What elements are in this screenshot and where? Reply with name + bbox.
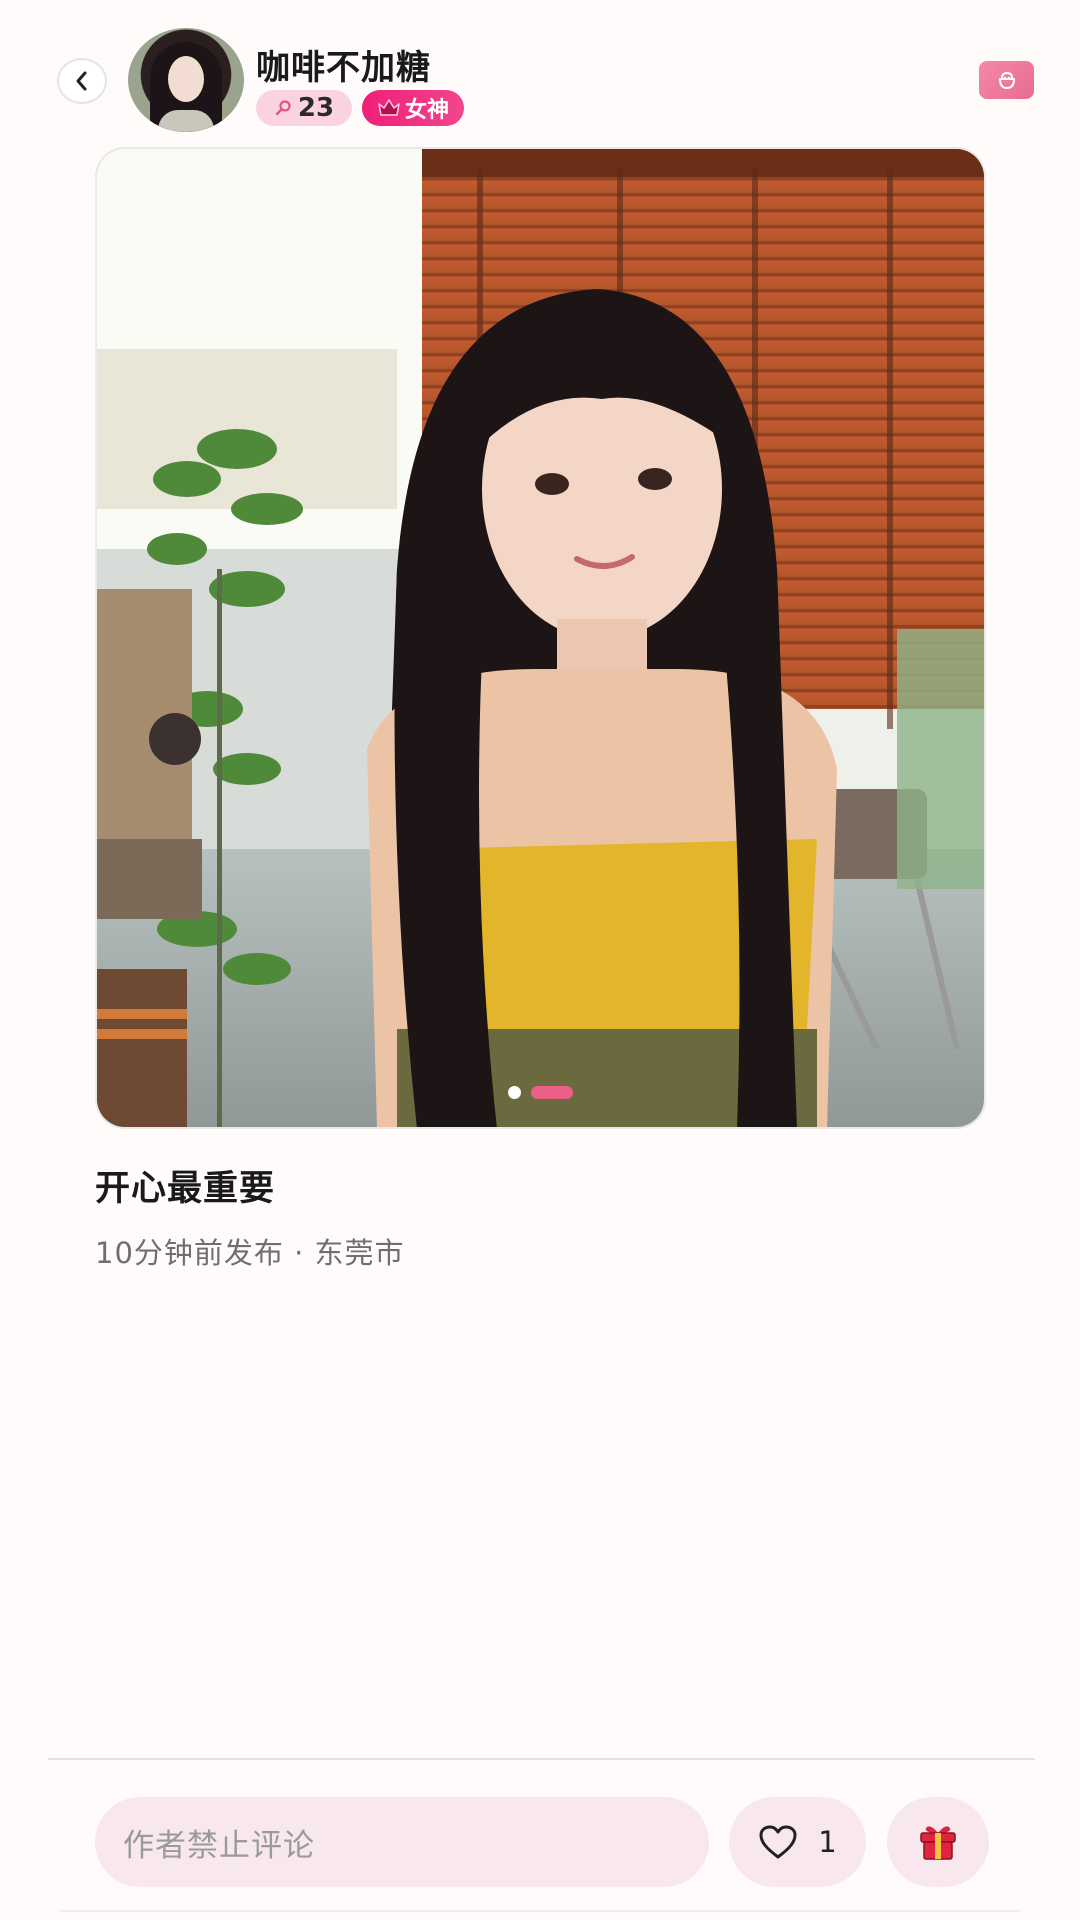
- crown-icon: [378, 99, 400, 116]
- carousel-dot-active: [531, 1086, 573, 1099]
- post-photo[interactable]: [95, 147, 986, 1129]
- avatar[interactable]: [128, 28, 244, 132]
- carousel-indicator: [97, 1086, 984, 1099]
- username[interactable]: 咖啡不加糖: [256, 40, 431, 89]
- gift-icon: [920, 1826, 956, 1860]
- level-badge: 23: [256, 90, 352, 126]
- bottom-divider: [60, 1910, 1020, 1912]
- search-key-icon: [275, 100, 291, 116]
- level-value: 23: [297, 93, 335, 123]
- bag-icon: [998, 71, 1015, 89]
- like-count: 1: [818, 1825, 837, 1859]
- bag-button[interactable]: [979, 61, 1034, 99]
- post-header: 咖啡不加糖 23 女神: [0, 0, 1080, 140]
- chevron-left-icon: [76, 71, 87, 91]
- heart-icon: [759, 1825, 797, 1859]
- carousel-dot: [508, 1086, 521, 1099]
- gift-button[interactable]: [887, 1797, 989, 1887]
- post-title: 开心最重要: [95, 1169, 276, 1209]
- comment-placeholder: 作者禁止评论: [123, 1827, 315, 1864]
- photo-illustration: [97, 149, 984, 1127]
- post-meta: 10分钟前发布 · 东莞市: [95, 1236, 405, 1270]
- vip-badge: 女神: [362, 90, 464, 126]
- vip-label: 女神: [404, 98, 449, 123]
- divider: [48, 1758, 1035, 1760]
- like-button[interactable]: 1: [729, 1797, 866, 1887]
- back-button[interactable]: [57, 58, 107, 104]
- comment-input[interactable]: 作者禁止评论: [95, 1797, 709, 1887]
